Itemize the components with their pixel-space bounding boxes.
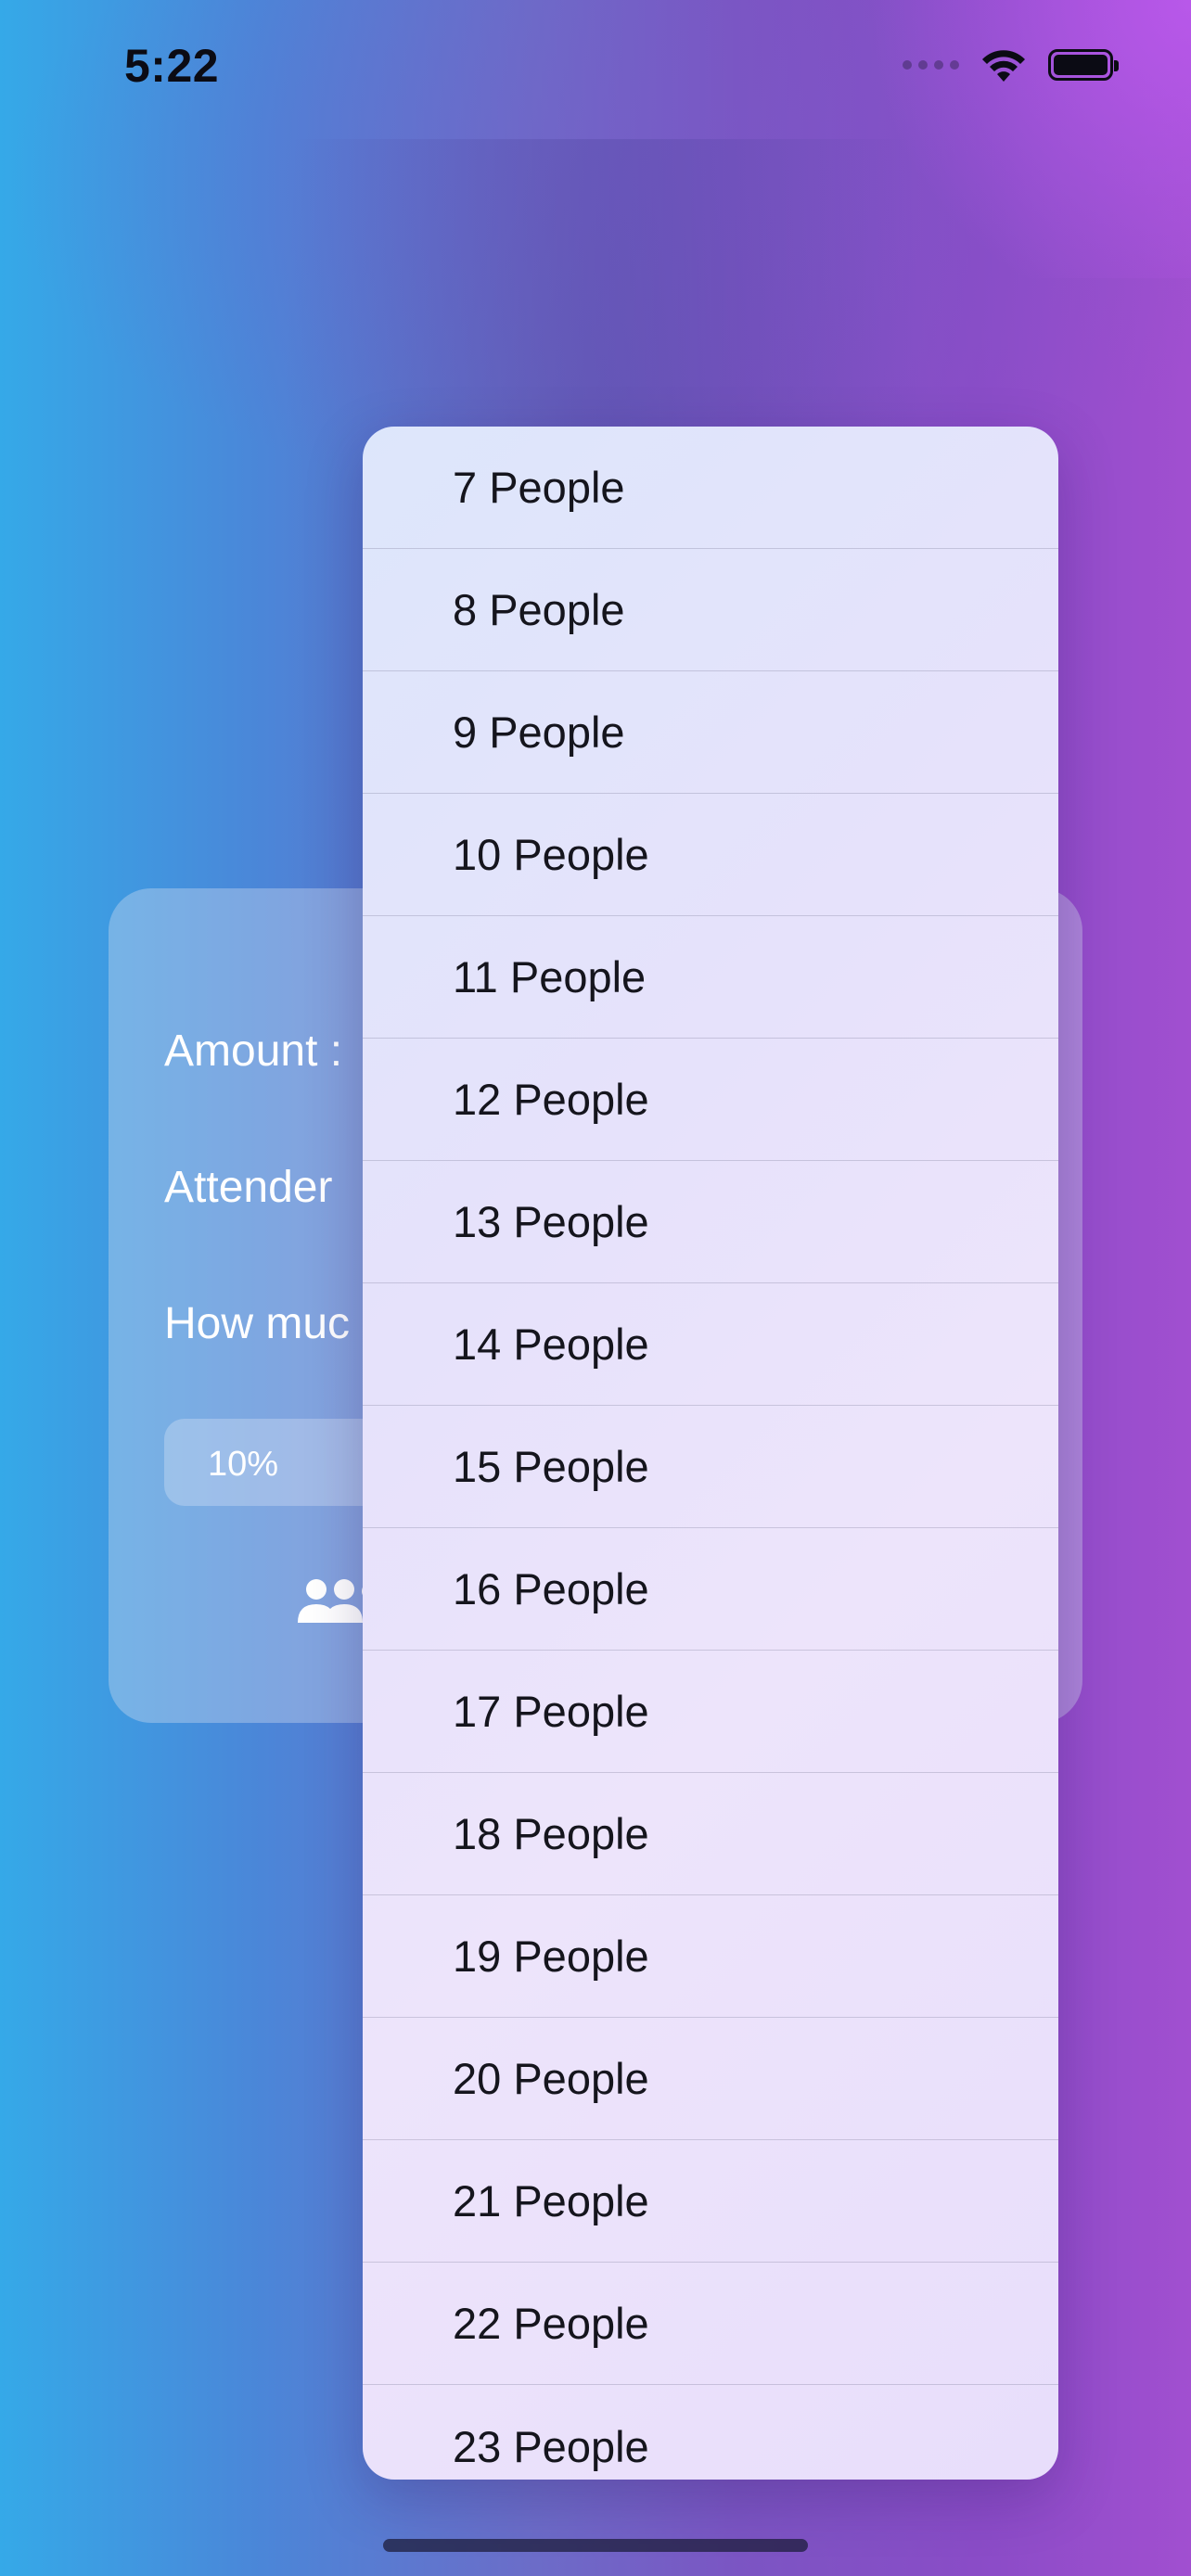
attender-label: Attender	[164, 1163, 333, 1212]
battery-icon	[1048, 49, 1119, 81]
wifi-icon	[982, 50, 1025, 82]
menu-item-11-people[interactable]: 11 People	[363, 916, 1058, 1039]
menu-item-18-people[interactable]: 18 People	[363, 1773, 1058, 1895]
menu-item-20-people[interactable]: 20 People	[363, 2018, 1058, 2140]
tip-option-10[interactable]: 10%	[192, 1445, 294, 1485]
menu-item-17-people[interactable]: 17 People	[363, 1651, 1058, 1773]
home-indicator[interactable]	[383, 2539, 808, 2552]
menu-item-12-people[interactable]: 12 People	[363, 1039, 1058, 1161]
menu-item-19-people[interactable]: 19 People	[363, 1895, 1058, 2018]
menu-item-7-people[interactable]: 7 People	[363, 427, 1058, 549]
menu-item-9-people[interactable]: 9 People	[363, 671, 1058, 794]
menu-item-14-people[interactable]: 14 People	[363, 1283, 1058, 1406]
cellular-signal-icon	[903, 60, 959, 70]
menu-item-21-people[interactable]: 21 People	[363, 2140, 1058, 2263]
menu-item-15-people[interactable]: 15 People	[363, 1406, 1058, 1528]
menu-item-10-people[interactable]: 10 People	[363, 794, 1058, 916]
status-bar: 5:22	[0, 0, 1191, 139]
amount-label: Amount :	[164, 1027, 343, 1076]
menu-item-13-people[interactable]: 13 People	[363, 1161, 1058, 1283]
attender-count-menu[interactable]: 7 People 8 People 9 People 10 People 11 …	[363, 427, 1058, 2480]
menu-item-23-people[interactable]: 23 People	[363, 2385, 1058, 2480]
status-icons	[903, 46, 1119, 83]
menu-item-22-people[interactable]: 22 People	[363, 2263, 1058, 2385]
menu-item-16-people[interactable]: 16 People	[363, 1528, 1058, 1651]
menu-item-8-people[interactable]: 8 People	[363, 549, 1058, 671]
tip-question-label: How muc	[164, 1299, 351, 1348]
status-time: 5:22	[124, 40, 220, 92]
